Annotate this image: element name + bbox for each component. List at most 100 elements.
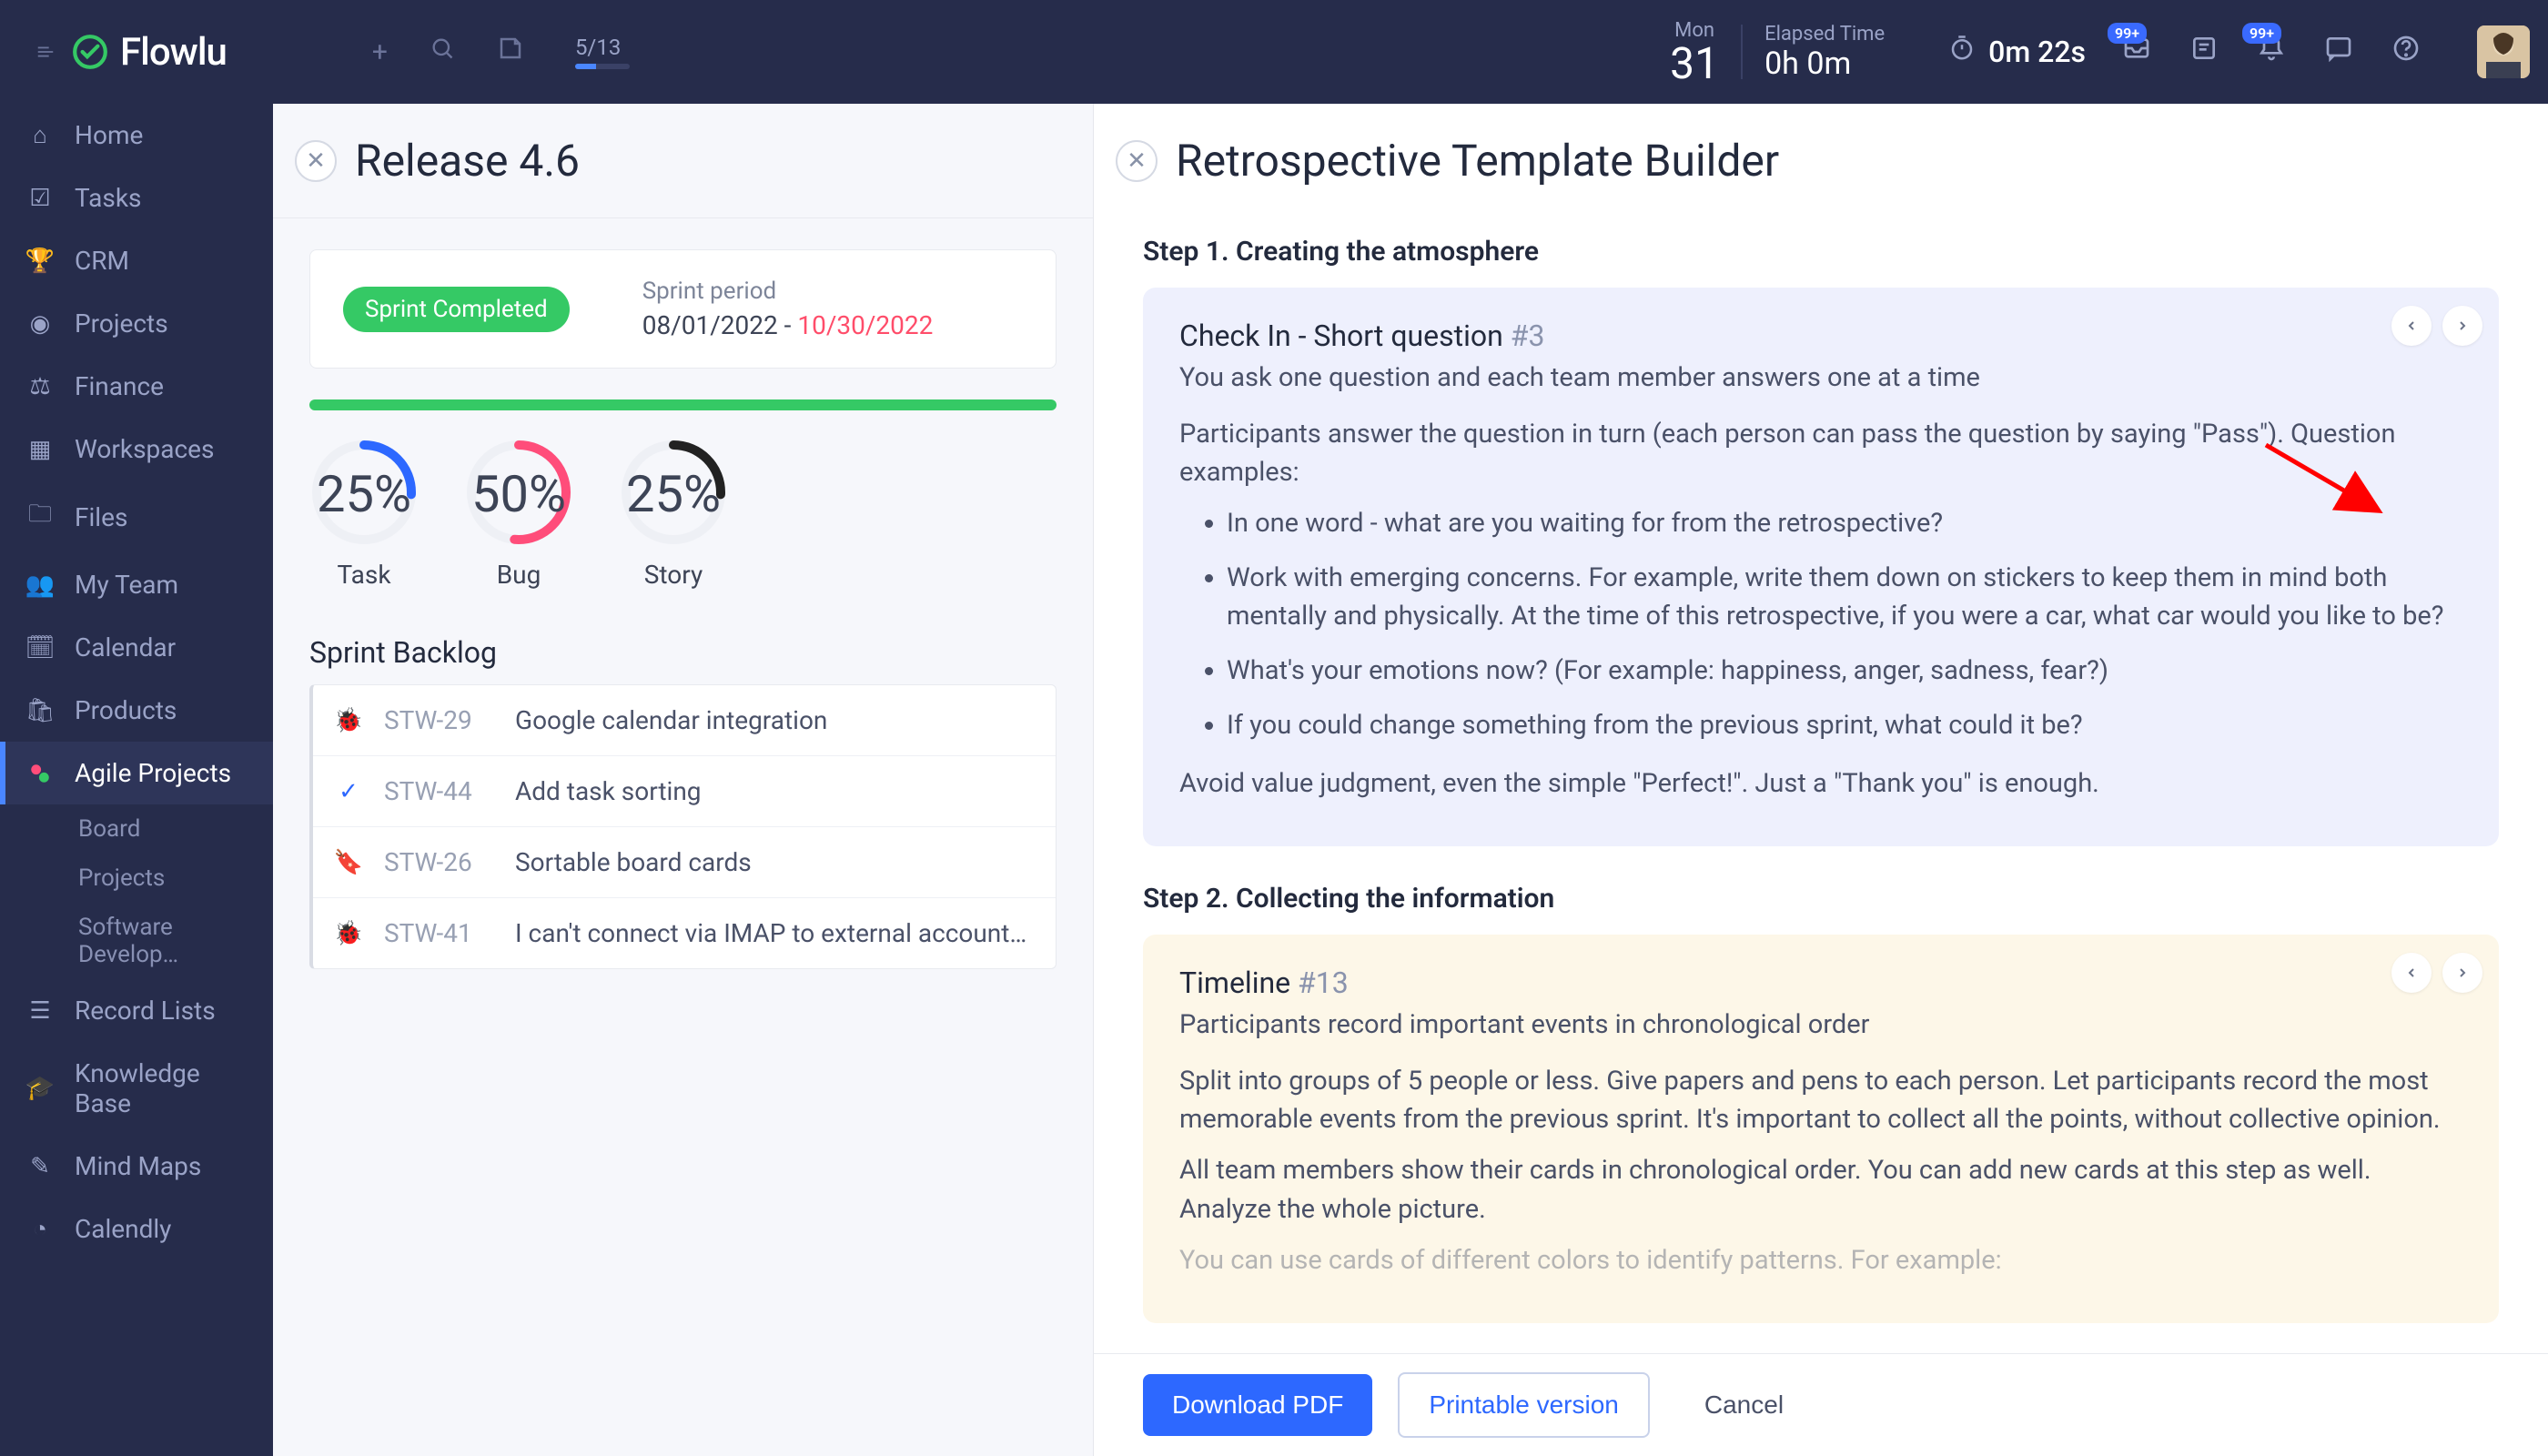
logo-mark-icon xyxy=(71,33,109,71)
finance-icon: ⚖ xyxy=(25,373,55,400)
close-release-button[interactable]: ✕ xyxy=(295,140,337,182)
tasks-icon: ☑ xyxy=(25,185,55,212)
gauge-label: Task xyxy=(337,560,390,590)
sidebar-item-recordlists[interactable]: ☰Record Lists xyxy=(0,979,273,1042)
sidebar-item-label: Files xyxy=(75,502,127,532)
chat-icon[interactable] xyxy=(2324,34,2353,70)
sidebar-item-myteam[interactable]: 👥My Team xyxy=(0,553,273,616)
issue-title: Sortable board cards xyxy=(515,847,1034,877)
sidebar-item-label: Mind Maps xyxy=(75,1151,201,1181)
download-pdf-button[interactable]: Download PDF xyxy=(1143,1374,1372,1436)
issue-key: STW-41 xyxy=(384,918,493,948)
step1-card-title: Check In - Short question #3 xyxy=(1179,318,2462,353)
search-icon[interactable] xyxy=(430,35,455,68)
topbar-progress[interactable]: 5/13 xyxy=(575,35,630,69)
note-icon[interactable] xyxy=(2189,34,2219,70)
gauge-label: Story xyxy=(644,560,703,590)
backlog-row[interactable]: 🔖 STW-26 Sortable board cards xyxy=(313,827,1056,898)
sidebar-item-calendar[interactable]: 🗓Calendar xyxy=(0,616,273,679)
issue-title: Google calendar integration xyxy=(515,705,1034,735)
bug-icon: 🐞 xyxy=(335,707,362,734)
step1-card-subtitle: You ask one question and each team membe… xyxy=(1179,362,2462,393)
retrospective-title: Retrospective Template Builder xyxy=(1176,135,1779,187)
help-icon[interactable] xyxy=(2391,34,2421,70)
cancel-button[interactable]: Cancel xyxy=(1675,1374,1813,1436)
backlog-heading: Sprint Backlog xyxy=(273,617,1093,684)
backlog-row[interactable]: 🐞STW-41I can't connect via IMAP to exter… xyxy=(313,898,1056,968)
workspaces-icon: ▦ xyxy=(25,436,55,463)
sidebar-item-label: Products xyxy=(75,695,177,725)
sidebar-item-label: Workspaces xyxy=(75,434,214,464)
brand-logo[interactable]: Flowlu xyxy=(71,30,227,75)
stopwatch-icon xyxy=(1948,35,1976,69)
sprint-card: Sprint Completed Sprint period 08/01/202… xyxy=(309,249,1057,369)
sidebar: ⌂Home ☑Tasks 🏆CRM ◉Projects ⚖Finance ▦Wo… xyxy=(0,104,273,1456)
progress-text: 5/13 xyxy=(575,35,630,60)
sidebar-item-label: Agile Projects xyxy=(75,758,231,788)
step2-card-title: Timeline #13 xyxy=(1179,966,2462,1000)
sidebar-sub-board[interactable]: Board xyxy=(0,804,273,854)
plus-icon[interactable]: + xyxy=(372,36,388,68)
pin-icon[interactable] xyxy=(497,35,524,69)
sidebar-sub-projects[interactable]: Projects xyxy=(0,854,273,903)
sidebar-item-files[interactable]: 🗀 Files xyxy=(0,480,273,553)
step1-prev-button[interactable] xyxy=(2391,306,2432,346)
sidebar-item-label: CRM xyxy=(75,246,129,276)
bug-icon: 🐞 xyxy=(335,920,362,947)
svg-text:25%: 25% xyxy=(626,464,721,524)
step1-next-button[interactable] xyxy=(2442,306,2482,346)
gauges-row: 25% Task 50% Bug 25% Story xyxy=(273,438,1093,617)
step1-card: Check In - Short question #3 You ask one… xyxy=(1143,288,2499,846)
backlog-row[interactable]: ✓STW-44Add task sorting xyxy=(313,756,1056,827)
projects-icon: ◉ xyxy=(25,310,55,338)
sidebar-item-agile[interactable]: Agile Projects xyxy=(0,742,273,804)
step1-heading: Step 1. Creating the atmosphere xyxy=(1143,236,2499,268)
step2-heading: Step 2. Collecting the information xyxy=(1143,883,2499,915)
close-retrospective-button[interactable]: ✕ xyxy=(1116,140,1158,182)
sprint-period-label: Sprint period xyxy=(642,278,934,305)
inbox-icon[interactable]: 99+ xyxy=(2122,34,2151,70)
printable-version-button[interactable]: Printable version xyxy=(1398,1372,1650,1438)
step2-p3: You can use cards of different colors to… xyxy=(1179,1241,2462,1279)
sidebar-item-tasks[interactable]: ☑ Tasks xyxy=(0,167,273,229)
gauge-story: 25% Story xyxy=(619,438,728,590)
inbox-badge: 99+ xyxy=(2108,23,2147,44)
step2-prev-button[interactable] xyxy=(2391,953,2432,993)
sidebar-item-knowledge[interactable]: 🎓Knowledge Base xyxy=(0,1042,273,1135)
step1-bullets: In one word - what are you waiting for f… xyxy=(1179,504,2462,744)
sidebar-item-projects[interactable]: ◉Projects xyxy=(0,292,273,355)
step1-bullet: If you could change something from the p… xyxy=(1227,706,2462,744)
topbar-actions: + 5/13 xyxy=(372,35,630,69)
step2-p2: All team members show their cards in chr… xyxy=(1179,1151,2462,1228)
sidebar-item-calendly[interactable]: ◔Calendly xyxy=(0,1198,273,1260)
timer[interactable]: 0m 22s xyxy=(1948,35,2086,69)
sidebar-sub-software[interactable]: Software Develop… xyxy=(0,903,273,979)
progress-bar xyxy=(575,64,630,69)
sidebar-item-label: Tasks xyxy=(75,183,142,213)
step2-card-subtitle: Participants record important events in … xyxy=(1179,1009,2462,1040)
issue-key: STW-26 xyxy=(384,847,493,877)
bookmark-icon: 🔖 xyxy=(335,849,362,876)
sidebar-item-label: Calendar xyxy=(75,632,176,662)
bell-icon[interactable]: 99+ xyxy=(2257,34,2286,70)
avatar[interactable] xyxy=(2477,25,2530,78)
step1-outro: Avoid value judgment, even the simple "P… xyxy=(1179,764,2462,803)
sidebar-item-label: Home xyxy=(75,120,143,150)
sidebar-item-workspaces[interactable]: ▦ Workspaces xyxy=(0,418,273,480)
sidebar-item-home[interactable]: ⌂ Home xyxy=(0,104,273,167)
backlog-row[interactable]: 🐞STW-29Google calendar integration xyxy=(313,685,1056,756)
svg-text:25%: 25% xyxy=(317,464,411,524)
step2-next-button[interactable] xyxy=(2442,953,2482,993)
sidebar-item-finance[interactable]: ⚖Finance xyxy=(0,355,273,418)
calendly-icon: ◔ xyxy=(25,1215,55,1243)
step2-p1: Split into groups of 5 people or less. G… xyxy=(1179,1062,2462,1138)
sprint-status-pill: Sprint Completed xyxy=(343,287,570,332)
sidebar-item-mindmaps[interactable]: ✎Mind Maps xyxy=(0,1135,273,1198)
menu-toggle-icon[interactable] xyxy=(27,42,64,62)
step2-card: Timeline #13 Participants record importa… xyxy=(1143,935,2499,1322)
home-icon: ⌂ xyxy=(25,121,55,149)
sidebar-item-products[interactable]: 🛍Products xyxy=(0,679,273,742)
files-icon: 🗀 xyxy=(25,497,55,537)
team-icon: 👥 xyxy=(25,571,55,599)
sidebar-item-crm[interactable]: 🏆CRM xyxy=(0,229,273,292)
